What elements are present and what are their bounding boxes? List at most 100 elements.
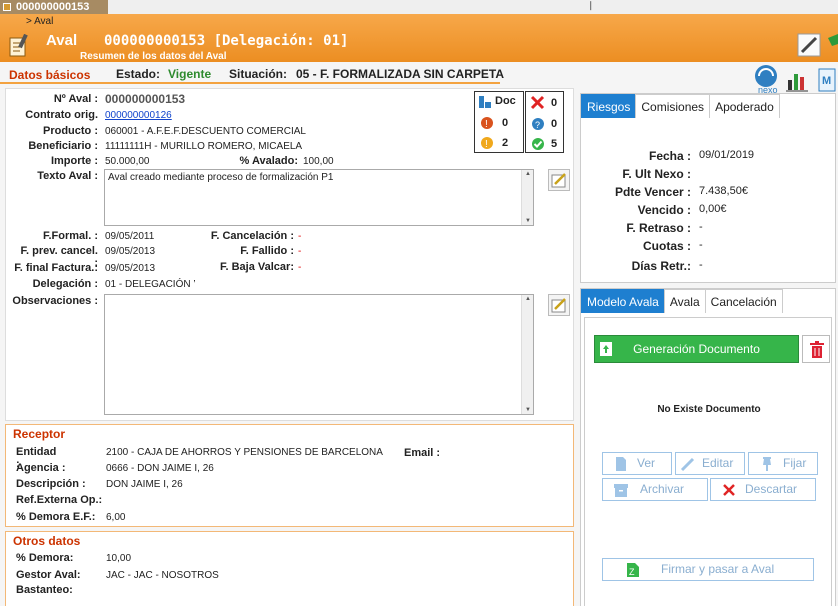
fbaja-label: F. Baja Valcar: [220,261,294,273]
dias-retraso-value: - [699,259,703,271]
tab-avala[interactable]: Avala [663,289,706,313]
observaciones-textarea[interactable]: ▲ ▼ [104,294,534,415]
fformal-value: 09/05/2011 [105,231,155,242]
demora-ef-value: 6,00 [106,512,126,523]
texto-aval-textarea[interactable]: Aval creado mediante proceso de formaliz… [104,169,534,226]
tab-apoderado[interactable]: Apoderado [709,94,780,118]
svg-text:!: ! [485,119,488,130]
gestor-label: Gestor Aval: [16,569,81,581]
breadcrumb[interactable]: > Aval [26,16,53,27]
riesgos-tabs: Riesgos Comisiones Apoderado [581,94,780,118]
error-x-icon [530,95,545,110]
edit-icon [551,298,566,313]
firmar-button[interactable]: Z Firmar y pasar a Aval [602,558,814,581]
descartar-button[interactable]: Descartar [710,478,816,501]
editar-button[interactable]: Editar [675,452,745,475]
fult-nexo-label: F. Ult Nexo : [622,167,691,181]
beneficiario-label: Beneficiario : [28,140,98,152]
tab-cancelacion[interactable]: Cancelación [704,289,783,313]
help-count: 0 [551,118,558,130]
retraso-value: - [699,221,703,233]
doc-label: Doc [495,95,516,107]
check-icon [532,138,544,150]
fprev-value: 09/05/2013 [105,246,156,257]
descripcion-label: Descripción : [16,478,86,490]
status-counter-box[interactable]: 0 ? 0 5 [525,91,564,153]
demora-label: % Demora: [16,552,74,564]
toolbar-icons: nexo M [750,64,838,94]
help-icon: ? [532,118,544,130]
window-tab[interactable]: 000000000153 [0,0,108,14]
pencil-icon [680,457,695,472]
tab-modelo-avala[interactable]: Modelo Avala [581,289,665,313]
beneficiario-value: 11111111H - MURILLO ROMERO, MICAELA [105,141,303,152]
ver-button[interactable]: Ver [602,452,672,475]
nexo-icon[interactable]: nexo [752,64,780,94]
delegacion-value: 01 - DELEGACIÓN ’ [105,279,196,290]
svg-text:!: ! [485,139,488,150]
pin-icon [763,457,771,471]
document-pencil-icon [9,34,28,57]
texto-aval-value: Aval creado mediante proceso de formaliz… [108,172,334,183]
modelo-content: Generación Documento No Existe Documento… [584,317,832,606]
warning-yellow-icon: ! [481,137,493,150]
observaciones-label: Observaciones : [12,295,98,307]
edit-tools-icon[interactable] [796,30,838,58]
page-title: Aval [46,32,78,49]
delete-button[interactable] [802,335,830,363]
fbaja-value: - [298,262,302,273]
importe-value: 50.000,00 [105,156,150,167]
delegacion-label: Delegación : [32,278,98,290]
scrollbar[interactable]: ▲ ▼ [521,170,533,225]
section-datos-basicos: Datos básicos [9,68,91,82]
m-document-icon[interactable]: M [818,68,836,92]
file-icon [616,457,626,471]
gestor-value: JAC - JAC - NOSOTROS [106,570,219,581]
status-line: Datos básicos Estado: Vigente Situación:… [0,62,580,84]
estado-label: Estado: [116,67,161,81]
page-subtitle: Resumen de los datos del Aval [80,51,227,62]
receptor-panel: Receptor Entidad : 2100 - CAJA DE AHORRO… [5,424,574,527]
receptor-title: Receptor [13,427,66,441]
ok-count: 5 [551,138,558,150]
pdte-vencer-value: 7.438,50€ [699,185,748,197]
doc-counter-box[interactable]: Doc ! 0 ! 2 [474,91,524,153]
contrato-link[interactable]: 000000000126 [105,110,172,121]
doc-upload-icon [600,342,612,356]
naval-label: Nº Aval : [53,93,98,105]
texto-aval-label: Texto Aval : [37,170,98,182]
situacion-label: Situación: [229,67,288,81]
agencia-value: 0666 - DON JAIME I, 26 [106,463,214,474]
no-documento-text: No Existe Documento [657,404,761,415]
otros-title: Otros datos [13,534,81,548]
bar-chart-icon[interactable] [786,70,808,92]
svg-text:M: M [822,75,831,87]
naval-value: 000000000153 [105,92,186,106]
archivar-button[interactable]: Archivar [602,478,708,501]
avalado-value: 100,00 [303,156,334,167]
tab-comisiones[interactable]: Comisiones [635,94,711,118]
generacion-documento-button[interactable]: Generación Documento [594,335,799,363]
generacion-label: Generación Documento [633,342,760,356]
page-header: > Aval Aval 000000000153 [Delegación: 01… [0,14,838,62]
edit-observaciones-button[interactable] [548,294,570,316]
contrato-label: Contrato orig. [25,109,98,121]
cuotas-value: - [699,239,703,251]
trash-icon [810,341,824,358]
edit-texto-button[interactable] [548,169,570,191]
descripcion-value: DON JAIME I, 26 [106,479,183,490]
bastanteo-label: Bastanteo: [16,584,73,596]
window-control-icon[interactable]: ❘ [587,0,595,11]
fijar-button[interactable]: Fijar [748,452,818,475]
close-icon [723,484,735,496]
svg-text:?: ? [535,120,540,130]
fecha-label: Fecha : [648,149,691,163]
retraso-label: F. Retraso : [626,221,691,235]
sign-doc-icon: Z [627,563,639,577]
window-tab-label: 000000000153 [16,1,90,13]
modelo-tabs: Modelo Avala Avala Cancelación [581,289,783,313]
tab-riesgos[interactable]: Riesgos [581,94,637,118]
vencido-value: 0,00€ [699,203,727,215]
importe-label: Importe : [50,155,98,167]
scrollbar[interactable]: ▲ ▼ [521,295,533,414]
